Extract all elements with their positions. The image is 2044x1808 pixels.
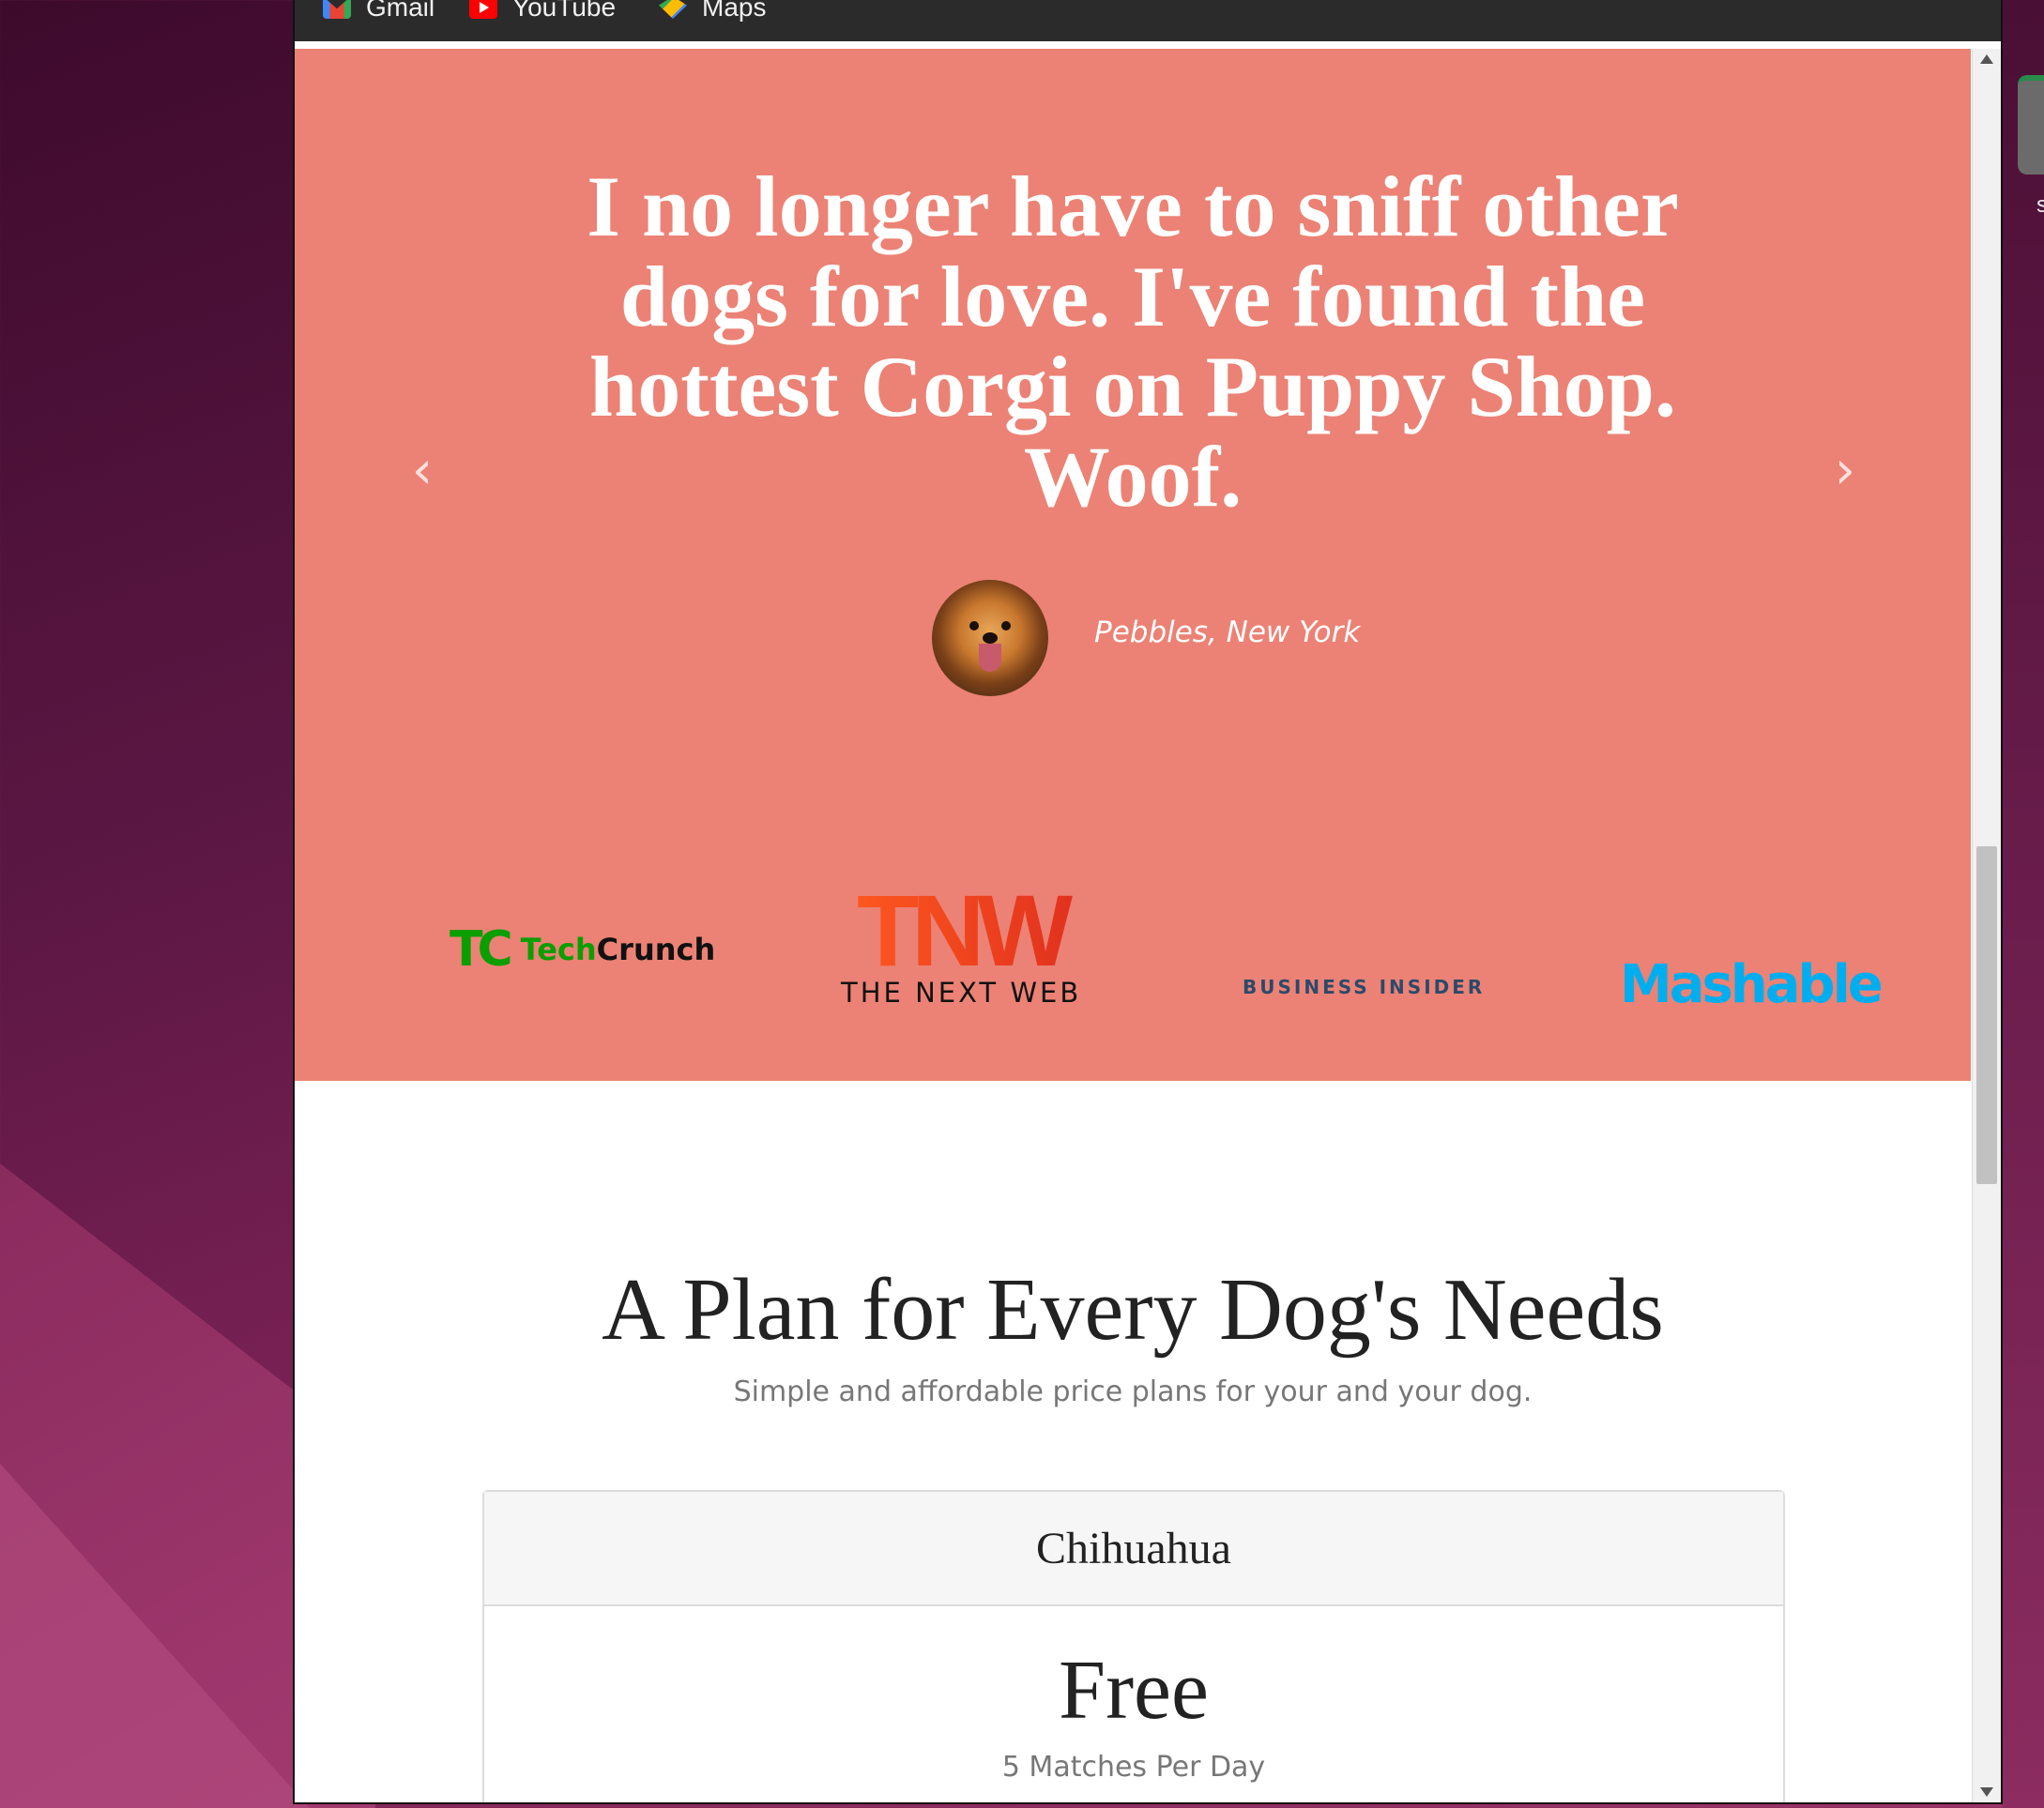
plan-feature: 5 Matches Per Day — [1001, 1751, 1266, 1784]
testimonial-quote: I no longer have to sniff other dogs for… — [587, 159, 1679, 524]
bookmark-label: Gmail — [366, 0, 435, 22]
bookmark-label: YouTube — [512, 0, 617, 22]
gmail-icon — [323, 0, 351, 19]
plan-price: Free — [1059, 1644, 1209, 1737]
browser-window: Gmail YouTube Maps ‹ I no longer have to… — [293, 0, 2003, 1804]
tnw-logo: TNW THE NEXT WEB — [841, 874, 1082, 1010]
pricing-card: Chihuahua Free 5 Matches Per Day — [482, 1490, 1785, 1802]
testimonial-section: ‹ I no longer have to sniff other dogs f… — [295, 49, 1971, 1081]
techcrunch-mark: TC — [450, 921, 513, 978]
carousel-next-icon[interactable]: › — [1826, 443, 1864, 499]
desktop-wallpaper-right — [2003, 0, 2044, 1808]
business-insider-logo: BUSINESS INSIDER — [1243, 976, 1486, 998]
youtube-icon — [469, 0, 497, 19]
plan-name: Chihuahua — [484, 1492, 1783, 1606]
pricing-title: A Plan for Every Dog's Needs — [602, 1261, 1664, 1359]
bookmark-label: Maps — [702, 0, 767, 22]
bookmark-maps[interactable]: Maps — [659, 0, 766, 23]
author-avatar — [932, 580, 1048, 696]
mashable-logo: Mashable — [1620, 954, 1884, 1015]
web-page: ‹ I no longer have to sniff other dogs f… — [295, 49, 1971, 1802]
testimonial-author: Pebbles, New York — [1094, 615, 1361, 649]
bookmarks-bar: Gmail YouTube Maps — [295, 0, 2001, 41]
maps-icon — [659, 0, 687, 19]
carousel-prev-icon[interactable]: ‹ — [404, 443, 441, 499]
vertical-scrollbar[interactable] — [1972, 49, 2001, 1802]
scrollbar-thumb[interactable] — [1976, 846, 1997, 1184]
bookmark-youtube[interactable]: YouTube — [469, 0, 616, 23]
desktop-app-icon[interactable] — [2018, 75, 2044, 175]
bookmark-gmail[interactable]: Gmail — [323, 0, 435, 23]
desktop-app-label: s — [2036, 192, 2044, 218]
techcrunch-logo: TC TechCrunch — [450, 921, 716, 978]
scroll-down-icon[interactable] — [1980, 1787, 1993, 1797]
scroll-up-icon[interactable] — [1980, 54, 1993, 64]
pricing-subtitle: Simple and affordable price plans for yo… — [733, 1375, 1533, 1408]
